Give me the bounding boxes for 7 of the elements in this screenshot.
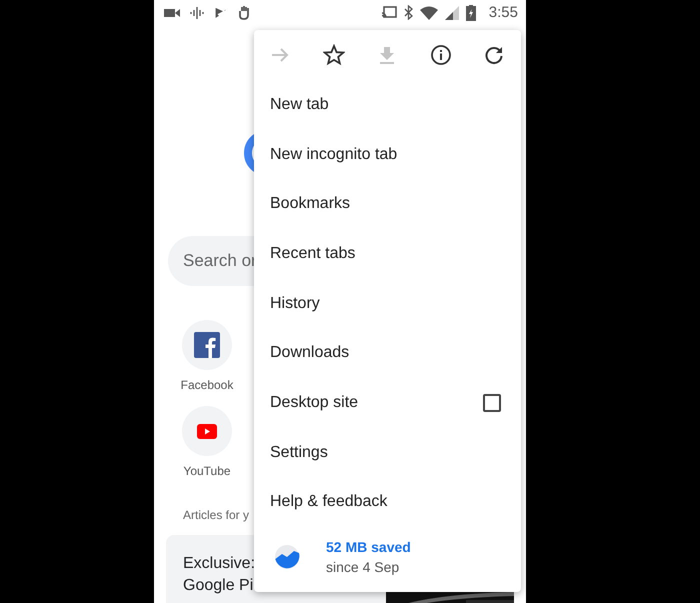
article-title: Exclusive: Google Pi [183,554,256,596]
section-title: Articles for y [183,508,250,522]
shortcut-label: YouTube [183,464,231,478]
saved-amount: 52 MB saved [326,539,411,556]
clock-time: 3:55 [488,4,518,21]
saved-since: since 4 Sep [326,559,400,576]
shortcut-label: Facebook [180,378,234,392]
